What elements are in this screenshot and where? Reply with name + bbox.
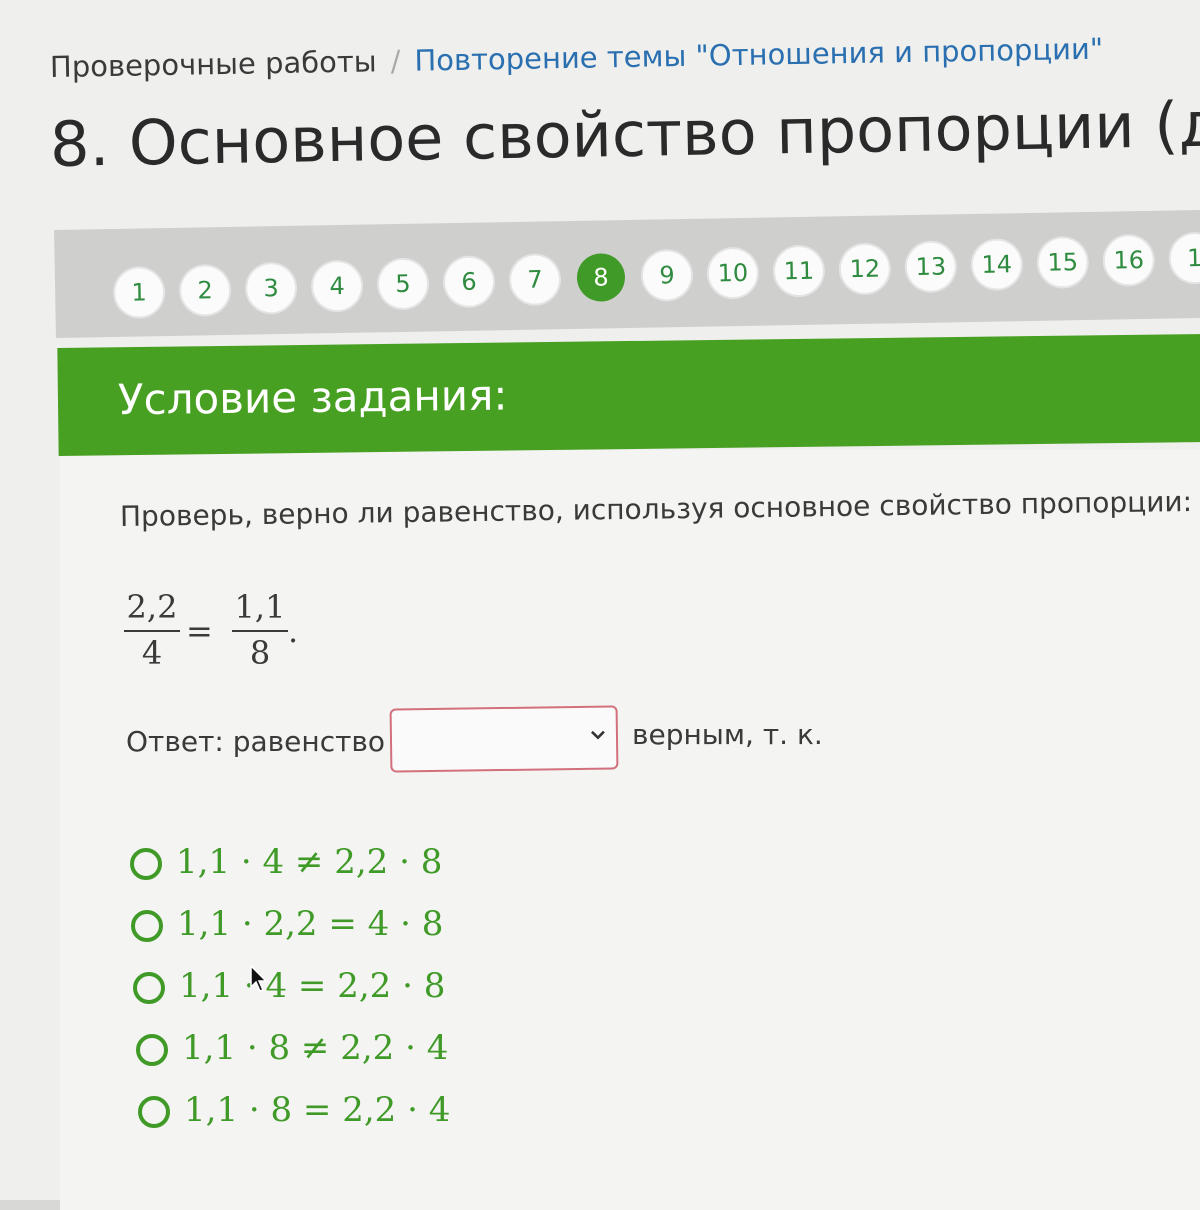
pager-item-12[interactable]: 12 xyxy=(840,244,890,294)
pager-item-15[interactable]: 15 xyxy=(1038,237,1088,287)
task-header: Условие задания: xyxy=(57,333,1200,456)
right-denominator: 8 xyxy=(249,634,271,672)
equation-end-dot: . xyxy=(288,612,299,650)
pager-item-1[interactable]: 1 xyxy=(114,268,164,317)
right-fraction-bar xyxy=(232,630,288,632)
option-text: 1,1 · 4 ≠ 2,2 · 8 xyxy=(176,842,443,882)
answer-dropdown[interactable] xyxy=(389,705,619,773)
mouse-cursor-icon xyxy=(250,964,268,993)
radio-button[interactable] xyxy=(136,1034,168,1066)
pager-item-8-current[interactable]: 8 xyxy=(576,253,626,302)
equals-sign: = xyxy=(186,612,213,650)
left-denominator: 4 xyxy=(141,634,163,672)
option-text: 1,1 · 8 ≠ 2,2 · 4 xyxy=(182,1028,449,1068)
pager-item-9[interactable]: 9 xyxy=(642,250,692,300)
breadcrumb-separator: / xyxy=(390,43,401,79)
chevron-down-icon xyxy=(590,722,606,747)
pager-item-16[interactable]: 16 xyxy=(1104,235,1154,285)
left-numerator: 2,2 xyxy=(126,588,178,626)
pager-item-6[interactable]: 6 xyxy=(444,257,494,307)
breadcrumb-current-link[interactable]: Повторение темы "Отношения и пропорции" xyxy=(414,32,1103,78)
radio-button[interactable] xyxy=(133,972,165,1004)
left-fraction: 2,2 4 xyxy=(122,588,182,674)
pager-item-11[interactable]: 11 xyxy=(774,246,824,296)
pager-item-7[interactable]: 7 xyxy=(510,255,560,305)
breadcrumb: Проверочные работы / Повторение темы "Отно… xyxy=(50,32,1104,84)
pager-item-3[interactable]: 3 xyxy=(246,263,296,313)
right-numerator: 1,1 xyxy=(234,588,286,626)
task-pager: 1 2 3 4 5 6 7 8 9 10 11 12 13 14 15 16 1 xyxy=(54,209,1200,338)
option-text: 1,1 · 2,2 = 4 · 8 xyxy=(177,904,444,944)
pager-item-17[interactable]: 1 xyxy=(1170,233,1200,283)
pager-item-4[interactable]: 4 xyxy=(312,261,362,311)
answer-label: Ответ: равенство xyxy=(126,725,386,758)
pager-item-14[interactable]: 14 xyxy=(972,240,1022,289)
page: Проверочные работы / Повторение темы "Отно… xyxy=(0,0,1200,1210)
radio-button[interactable] xyxy=(131,910,163,942)
pager-item-10[interactable]: 10 xyxy=(708,248,758,298)
radio-button[interactable] xyxy=(130,848,162,880)
answer-suffix: верным, т. к. xyxy=(632,718,823,751)
right-fraction: 1,1 8 xyxy=(230,588,290,674)
task-header-title: Условие задания: xyxy=(117,370,508,425)
breadcrumb-parent-link[interactable]: Проверочные работы xyxy=(50,44,377,84)
left-fraction-bar xyxy=(124,630,180,632)
pager-item-2[interactable]: 2 xyxy=(180,265,230,315)
pager-item-5[interactable]: 5 xyxy=(378,259,428,309)
option-text: 1,1 · 4 = 2,2 · 8 xyxy=(179,966,446,1006)
option-text: 1,1 · 8 = 2,2 · 4 xyxy=(184,1090,451,1130)
pager-item-13[interactable]: 13 xyxy=(906,242,956,292)
radio-button[interactable] xyxy=(138,1096,170,1128)
page-title: 8. Основное свойство пропорции (д xyxy=(49,87,1200,181)
